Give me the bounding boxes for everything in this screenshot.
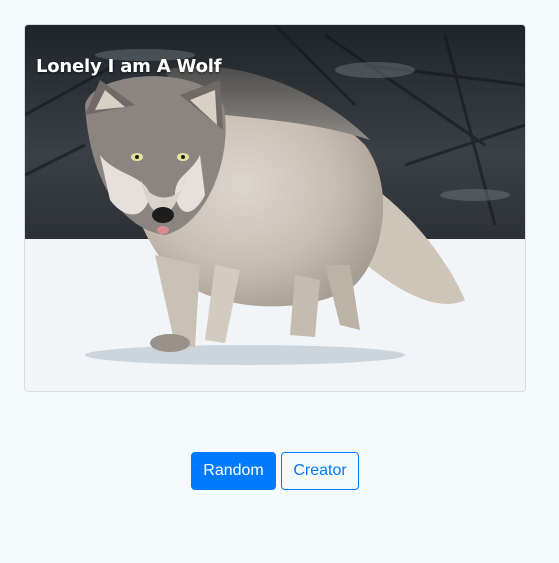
- page: Lonely I am A Wolf Random Creator: [0, 0, 559, 563]
- creator-button[interactable]: Creator: [281, 452, 359, 490]
- image-card: Lonely I am A Wolf: [24, 24, 526, 392]
- wolf-image: [25, 25, 525, 391]
- random-button[interactable]: Random: [191, 452, 276, 490]
- button-group: Random Creator: [191, 452, 359, 490]
- card-title: Lonely I am A Wolf: [36, 56, 222, 77]
